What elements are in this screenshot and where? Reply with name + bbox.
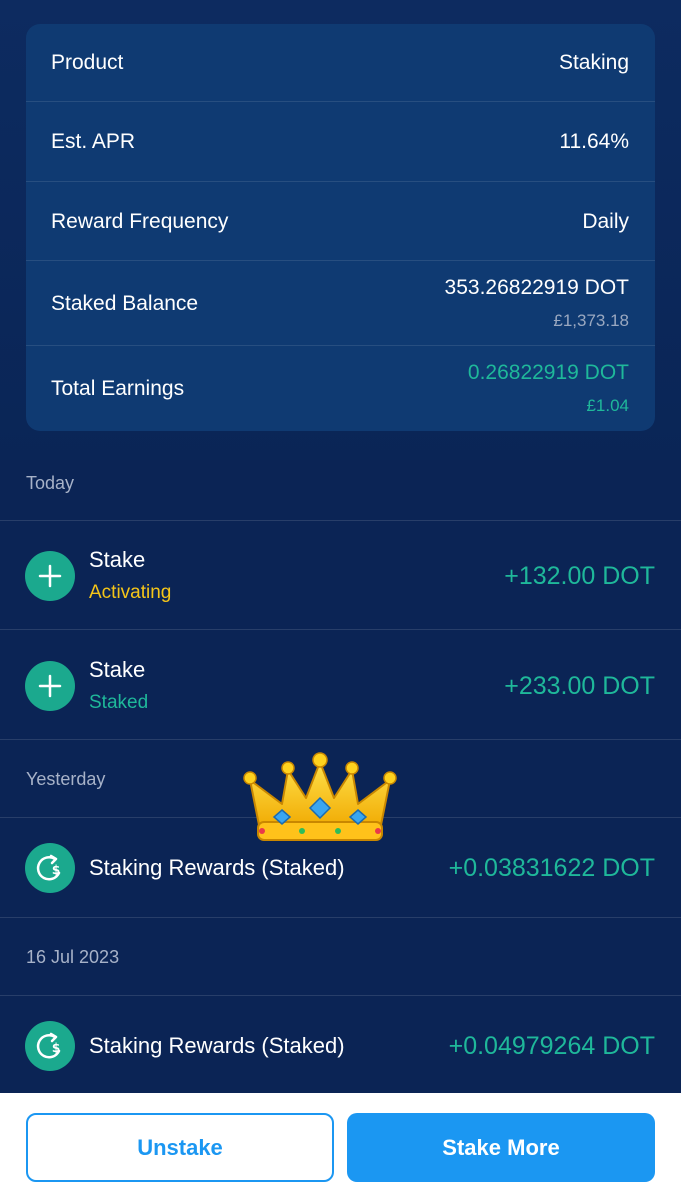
- svg-text:$: $: [52, 863, 60, 877]
- unstake-button[interactable]: Unstake: [26, 1113, 334, 1182]
- product-value: Staking: [558, 51, 629, 74]
- transaction-amount: +0.03831622 DOT: [448, 854, 655, 882]
- transaction-amount: +233.00 DOT: [504, 672, 655, 700]
- staking-summary-card: Product Staking Est. APR 11.64% Reward F…: [26, 24, 655, 431]
- apr-label: Est. APR: [51, 130, 136, 153]
- section-today: Today: [26, 473, 75, 493]
- plus-icon: [25, 661, 75, 711]
- staked-balance-value: 353.26822919 DOT: [444, 276, 629, 299]
- stake-more-button[interactable]: Stake More: [347, 1113, 655, 1182]
- total-earnings-fiat: £1.04: [586, 396, 629, 415]
- product-label: Product: [51, 51, 124, 74]
- total-earnings-row: Total Earnings 0.26822919 DOT £1.04: [26, 346, 655, 431]
- frequency-row: Reward Frequency Daily: [26, 182, 655, 261]
- section-16-jul-2023: 16 Jul 2023: [26, 947, 120, 967]
- transaction-amount: +0.04979264 DOT: [448, 1032, 655, 1060]
- transaction-status: Staked: [89, 692, 149, 713]
- transaction-title: Stake: [89, 657, 146, 682]
- svg-text:$: $: [52, 1041, 60, 1055]
- reward-icon: $: [25, 1021, 75, 1071]
- staked-balance-row: Staked Balance 353.26822919 DOT £1,373.1…: [26, 261, 655, 346]
- staked-balance-fiat: £1,373.18: [553, 311, 629, 330]
- transaction-title: Staking Rewards (Staked): [89, 1033, 345, 1058]
- frequency-value: Daily: [582, 210, 629, 233]
- reward-icon: $: [25, 843, 75, 893]
- apr-value: 11.64%: [559, 130, 629, 153]
- transaction-status: Activating: [89, 582, 172, 603]
- apr-row: Est. APR 11.64%: [26, 102, 655, 182]
- product-row: Product Staking: [26, 24, 655, 102]
- divider: [0, 917, 681, 918]
- staked-balance-label: Staked Balance: [51, 292, 199, 315]
- crown-icon: [243, 752, 397, 841]
- section-yesterday: Yesterday: [26, 769, 106, 789]
- total-earnings-value: 0.26822919 DOT: [467, 361, 629, 384]
- plus-icon: [25, 551, 75, 601]
- action-bar: Unstake Stake More: [0, 1093, 681, 1200]
- transaction-amount: +132.00 DOT: [504, 562, 655, 590]
- frequency-label: Reward Frequency: [51, 210, 229, 233]
- total-earnings-label: Total Earnings: [51, 377, 185, 400]
- divider: [0, 995, 681, 996]
- transaction-title: Staking Rewards (Staked): [89, 855, 345, 880]
- divider: [0, 739, 681, 740]
- divider: [0, 629, 681, 630]
- transaction-title: Stake: [89, 547, 146, 572]
- divider: [0, 520, 681, 521]
